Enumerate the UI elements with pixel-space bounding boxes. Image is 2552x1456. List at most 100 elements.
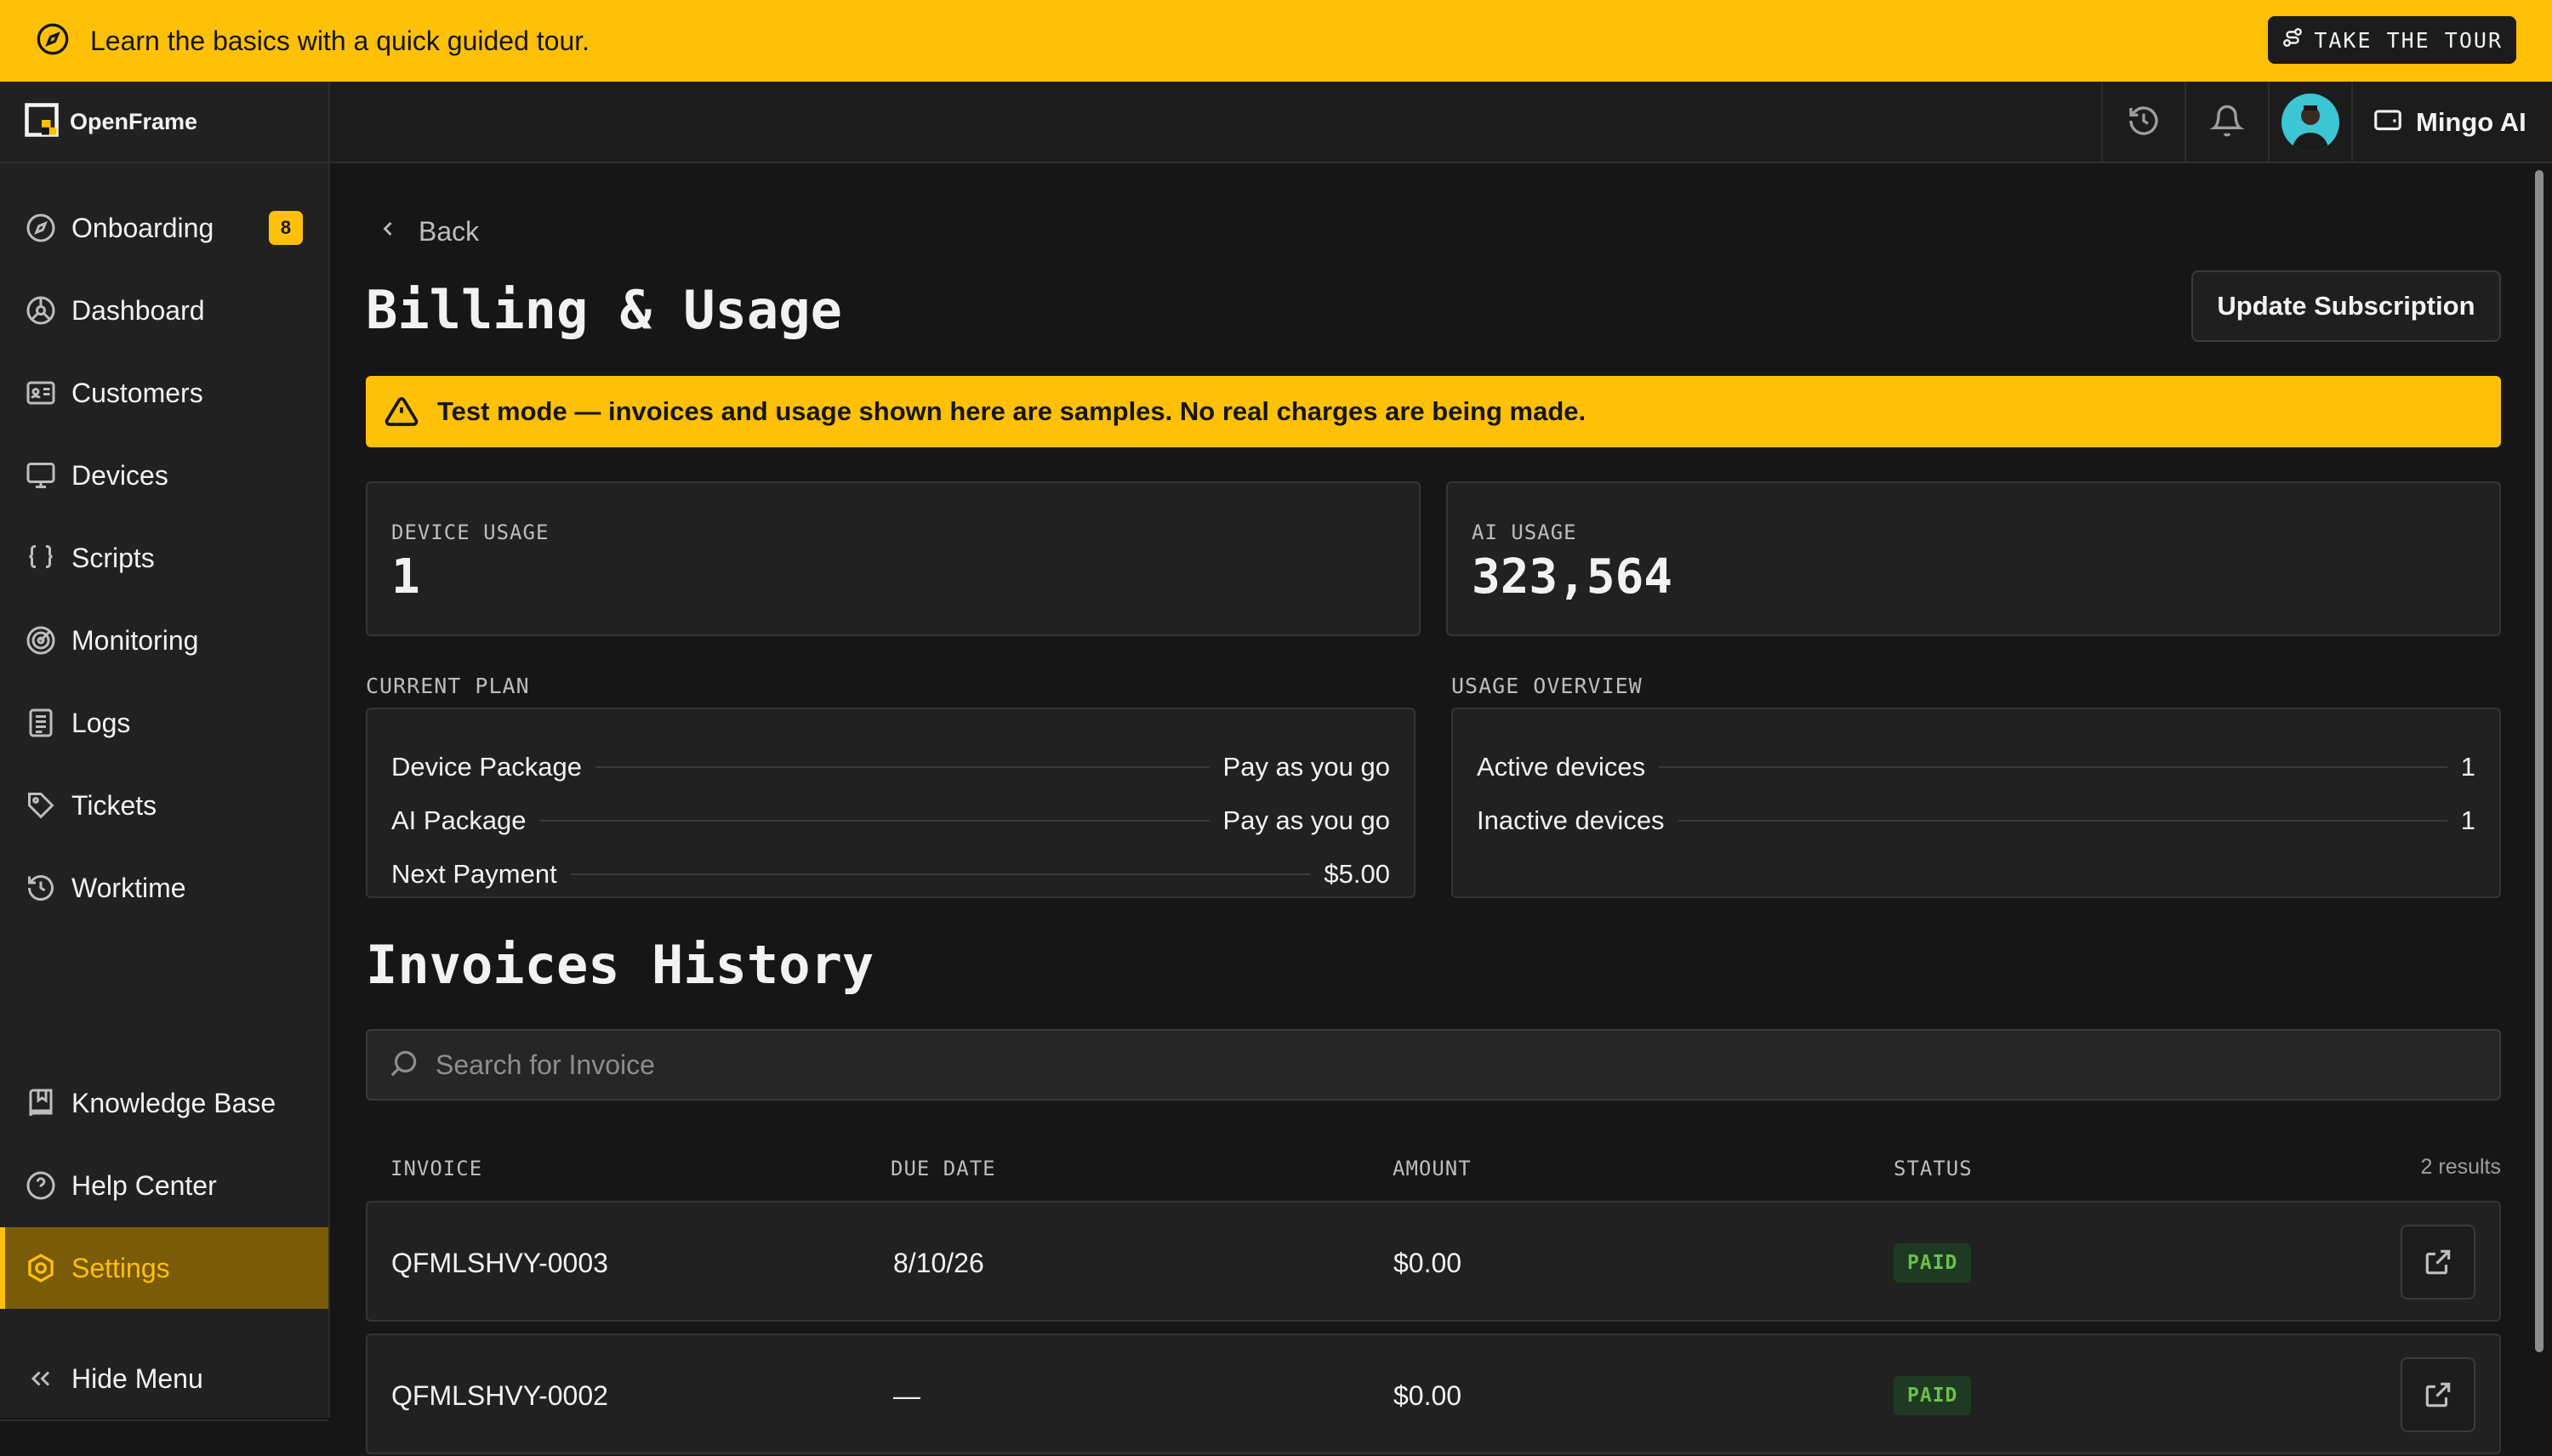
avatar (2281, 94, 2339, 151)
ai-usage-label: AI USAGE (1472, 520, 1577, 544)
update-subscription-button[interactable]: Update Subscription (2191, 270, 2501, 342)
sidebar-item-label: Settings (71, 1252, 170, 1283)
mingo-ai-button[interactable]: Mingo AI (2351, 82, 2552, 163)
ai-usage-value: 323,564 (1472, 549, 1673, 605)
column-header-invoice[interactable]: INVOICE (390, 1157, 482, 1180)
plan-row: AI Package Pay as you go (391, 804, 1390, 838)
logo[interactable]: OpenFrame (0, 82, 328, 163)
table-row[interactable]: QFMLSHVY-0003 8/10/26 $0.00 PAID (366, 1201, 2501, 1322)
divider (0, 1419, 328, 1421)
usage-row: Inactive devices 1 (1477, 804, 2475, 838)
scrollbar[interactable] (2535, 170, 2543, 1352)
plan-row-key: Device Package (391, 752, 583, 782)
device-usage-card: DEVICE USAGE 1 (366, 481, 1421, 636)
column-header-amount[interactable]: AMOUNT (1393, 1157, 1472, 1180)
sidebar-item-help-center[interactable]: Help Center (0, 1145, 328, 1226)
back-label: Back (419, 216, 480, 247)
sidebar-item-label: Monitoring (71, 624, 199, 656)
ai-usage-card: AI USAGE 323,564 (1446, 481, 2501, 636)
column-header-due-date[interactable]: DUE DATE (891, 1157, 996, 1180)
sidebar-item-label: Customers (71, 377, 203, 408)
hide-menu-label: Hide Menu (71, 1362, 203, 1394)
route-icon (2281, 26, 2304, 54)
usage-row: Active devices 1 (1477, 750, 2475, 784)
plan-row: Next Payment $5.00 (391, 857, 1390, 891)
usage-overview-card: Active devices 1 Inactive devices 1 (1451, 708, 2501, 898)
usage-row-value: 1 (2460, 752, 2475, 782)
user-menu-button[interactable] (2268, 82, 2351, 163)
sidebar-item-label: Worktime (71, 872, 186, 903)
sidebar-item-knowledge-base[interactable]: Knowledge Base (0, 1062, 328, 1144)
usage-row-key: Inactive devices (1477, 805, 1665, 835)
invoice-search-input[interactable] (436, 1049, 2392, 1081)
sidebar-item-tickets[interactable]: Tickets (0, 765, 328, 846)
sidebar-item-monitoring[interactable]: Monitoring (0, 600, 328, 681)
sidebar: OpenFrame Onboarding 8 Dashboard Custome… (0, 82, 330, 1421)
column-header-status[interactable]: STATUS (1894, 1157, 1973, 1180)
notifications-button[interactable] (2185, 82, 2268, 163)
test-mode-banner: Test mode — invoices and usage shown her… (366, 376, 2501, 447)
history-icon (24, 871, 58, 905)
tour-banner: Learn the basics with a quick guided tou… (0, 0, 2552, 82)
invoices-title: Invoices History (366, 934, 874, 996)
sidebar-item-worktime[interactable]: Worktime (0, 847, 328, 929)
openframe-logo-icon (24, 102, 60, 142)
sidebar-item-label: Devices (71, 459, 168, 491)
status-badge: PAID (1894, 1243, 1972, 1283)
braces-icon (24, 541, 58, 575)
plan-row-value: Pay as you go (1222, 805, 1390, 835)
invoice-search[interactable] (366, 1029, 2501, 1101)
sidebar-item-label: Logs (71, 707, 131, 738)
invoice-due-date: — (893, 1379, 920, 1411)
list-icon (24, 706, 58, 740)
page-title: Billing & Usage (366, 279, 842, 341)
invoice-status: PAID (1894, 1203, 1972, 1323)
ai-chip-icon (2372, 105, 2404, 141)
table-row[interactable]: QFMLSHVY-0002 — $0.00 PAID (366, 1334, 2501, 1454)
history-button[interactable] (2101, 82, 2185, 163)
compass-icon (36, 22, 70, 60)
usage-overview-label: USAGE OVERVIEW (1451, 674, 1643, 698)
dashboard-icon (24, 293, 58, 327)
take-the-tour-button[interactable]: TAKE THE TOUR (2268, 16, 2516, 64)
sidebar-item-label: Tickets (71, 789, 157, 821)
external-link-icon (2425, 1249, 2451, 1275)
compass-icon (24, 211, 58, 245)
sidebar-item-label: Scripts (71, 542, 155, 573)
chevron-left-icon (376, 216, 400, 247)
sidebar-item-devices[interactable]: Devices (0, 435, 328, 516)
sidebar-item-label: Knowledge Base (71, 1087, 276, 1118)
test-mode-text: Test mode — invoices and usage shown her… (437, 396, 1586, 426)
hide-menu-button[interactable]: Hide Menu (0, 1338, 328, 1419)
radar-icon (24, 623, 58, 657)
id-card-icon (24, 376, 58, 410)
invoice-due-date: 8/10/26 (893, 1247, 984, 1278)
history-icon (2127, 104, 2161, 142)
invoice-id: QFMLSHVY-0003 (391, 1247, 608, 1278)
back-link[interactable]: Back (376, 216, 479, 247)
sidebar-item-customers[interactable]: Customers (0, 352, 328, 434)
invoice-status: PAID (1894, 1335, 1972, 1456)
sidebar-item-settings[interactable]: Settings (0, 1227, 328, 1309)
help-icon (24, 1169, 58, 1203)
sidebar-item-onboarding[interactable]: Onboarding 8 (0, 187, 328, 269)
open-invoice-button[interactable] (2401, 1357, 2475, 1432)
device-usage-value: 1 (391, 549, 420, 605)
current-plan-label: CURRENT PLAN (366, 674, 530, 698)
tour-text: Learn the basics with a quick guided tou… (90, 25, 590, 56)
usage-row-key: Active devices (1477, 752, 1646, 782)
sidebar-item-logs[interactable]: Logs (0, 682, 328, 764)
top-header: Mingo AI (330, 82, 2552, 163)
open-invoice-button[interactable] (2401, 1225, 2475, 1300)
plan-row-key: Next Payment (391, 859, 557, 889)
plan-row-value: $5.00 (1324, 859, 1390, 889)
sidebar-item-scripts[interactable]: Scripts (0, 517, 328, 599)
sidebar-item-label: Onboarding (71, 212, 214, 243)
usage-row-value: 1 (2460, 805, 2475, 835)
chevrons-left-icon (24, 1362, 58, 1396)
plan-row-key: AI Package (391, 805, 527, 835)
plan-row-value: Pay as you go (1222, 752, 1390, 782)
results-count: 2 results (2420, 1155, 2501, 1179)
take-the-tour-label: TAKE THE TOUR (2314, 27, 2503, 53)
sidebar-item-dashboard[interactable]: Dashboard (0, 270, 328, 351)
